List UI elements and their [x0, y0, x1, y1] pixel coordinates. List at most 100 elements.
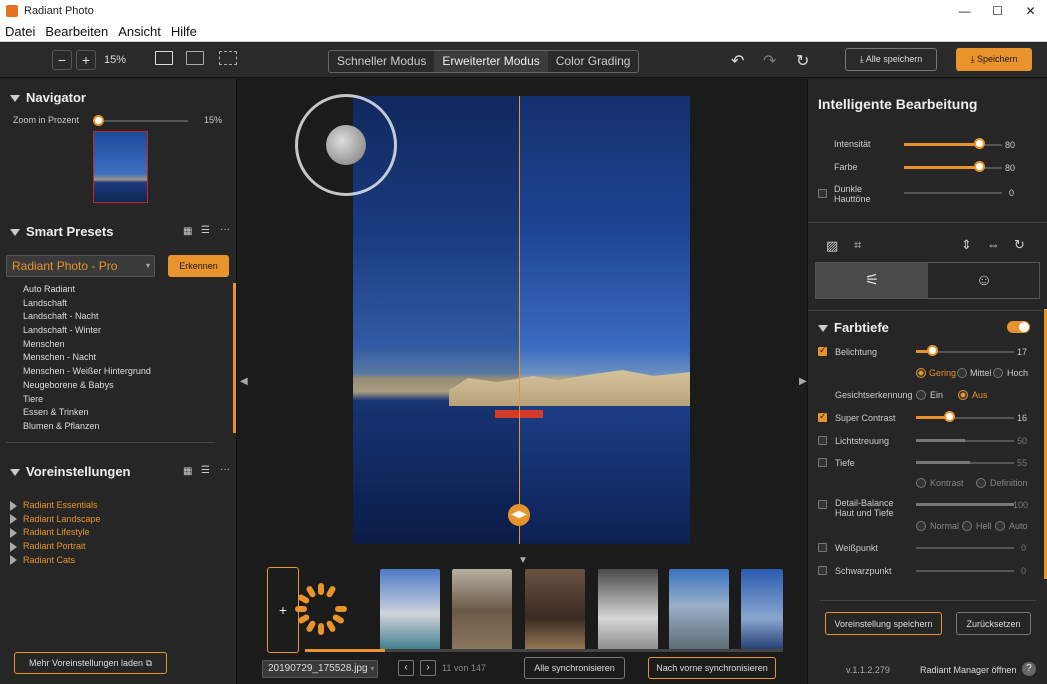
color-depth-header[interactable]: Farbtiefe	[818, 320, 889, 335]
list-item[interactable]: Radiant Essentials	[10, 499, 101, 513]
save-all-button[interactable]: ⤓ Alle speichern	[845, 48, 937, 71]
list-item[interactable]: Neugeborene & Babys	[23, 379, 151, 393]
filmstrip-scroll-thumb[interactable]	[305, 649, 385, 652]
split-line[interactable]	[519, 96, 520, 544]
split-view-icon[interactable]	[186, 51, 204, 65]
film-thumbnail[interactable]	[741, 569, 783, 651]
radio-face-on[interactable]	[916, 390, 926, 400]
split-handle-icon[interactable]: ◀▶	[508, 504, 530, 526]
film-thumbnail[interactable]	[380, 569, 440, 651]
next-image-button[interactable]: ›	[420, 660, 436, 676]
adjustments-tab-icon[interactable]: ⚟	[816, 263, 928, 298]
exposure-slider-knob[interactable]	[927, 345, 938, 356]
color-slider-knob[interactable]	[974, 161, 985, 172]
navigator-header[interactable]: Navigator	[10, 90, 86, 105]
super-contrast-checkbox[interactable]	[818, 411, 827, 422]
list-item[interactable]: Menschen	[23, 338, 151, 352]
zoom-slider-track[interactable]	[98, 120, 188, 122]
list-item[interactable]: Blumen & Pflanzen	[23, 420, 151, 434]
dark-skin-checkbox[interactable]	[818, 189, 827, 198]
presets-header[interactable]: Voreinstellungen	[10, 464, 131, 479]
list-item[interactable]: Tiere	[23, 393, 151, 407]
filmstrip-toggle-icon[interactable]: ▼	[518, 555, 528, 566]
minimize-button[interactable]: —	[948, 0, 981, 22]
file-name-select[interactable]: 20190729_175528.jpg ▾	[262, 660, 378, 678]
white-point-slider-track[interactable]	[916, 547, 1014, 549]
single-view-icon[interactable]	[155, 51, 173, 65]
save-preset-button[interactable]: Voreinstellung speichern	[825, 612, 942, 635]
load-more-presets-button[interactable]: Mehr Voreinstellungen laden ⧉	[14, 652, 167, 674]
smart-preset-select[interactable]: Radiant Photo - Pro ▾	[6, 255, 155, 277]
tab-quick-mode[interactable]: Schneller Modus	[329, 51, 434, 72]
open-manager-link[interactable]: Radiant Manager öffnen	[920, 665, 1016, 675]
intensity-slider-knob[interactable]	[974, 138, 985, 149]
reset-icon[interactable]: ↻	[796, 51, 809, 71]
save-button[interactable]: ⤓ Speichern	[956, 48, 1032, 71]
film-thumbnail[interactable]	[525, 569, 585, 651]
collapse-left-icon[interactable]: ◀	[240, 376, 248, 387]
film-thumbnail[interactable]	[669, 569, 729, 651]
list-item[interactable]: Radiant Portrait	[10, 540, 101, 554]
zoom-out-button[interactable]: −	[52, 50, 72, 70]
radio-contrast[interactable]	[916, 478, 926, 488]
maximize-button[interactable]: ☐	[981, 0, 1014, 22]
list-item[interactable]: Essen & Trinken	[23, 406, 151, 420]
more-icon[interactable]: ···	[220, 464, 230, 475]
list-item[interactable]: Landschaft - Nacht	[23, 310, 151, 324]
depth-checkbox[interactable]	[818, 458, 827, 467]
radio-mid[interactable]	[957, 368, 967, 378]
radio-normal[interactable]	[916, 521, 926, 531]
reset-button[interactable]: Zurücksetzen	[956, 612, 1031, 635]
redo-icon[interactable]: ↷	[763, 51, 776, 71]
sync-all-button[interactable]: Alle synchronisieren	[524, 657, 625, 679]
film-thumbnail[interactable]	[598, 569, 658, 651]
flip-vertical-icon[interactable]: ⇕	[961, 237, 972, 253]
flip-horizontal-icon[interactable]: ⇔	[987, 237, 1000, 252]
white-point-checkbox[interactable]	[818, 543, 827, 552]
dark-skin-slider-track[interactable]	[904, 192, 1002, 194]
sync-forward-button[interactable]: Nach vorne synchronisieren	[648, 657, 776, 679]
grid-view-icon[interactable]: ▦	[183, 226, 192, 237]
list-item[interactable]: Landschaft - Winter	[23, 324, 151, 338]
black-point-slider-track[interactable]	[916, 570, 1014, 572]
radio-high[interactable]	[993, 368, 1003, 378]
zoom-in-button[interactable]: +	[76, 50, 96, 70]
tab-advanced-mode[interactable]: Erweiterter Modus	[434, 51, 548, 72]
undo-icon[interactable]: ↶	[731, 51, 744, 71]
menu-ansicht[interactable]: Ansicht	[113, 24, 166, 39]
list-item[interactable]: Menschen - Weißer Hintergrund	[23, 365, 151, 379]
recognize-button[interactable]: Erkennen	[168, 255, 229, 277]
face-tab-icon[interactable]: ☺	[928, 263, 1040, 298]
zoom-slider-knob[interactable]	[93, 115, 104, 126]
menu-datei[interactable]: Datei	[0, 24, 40, 39]
list-item[interactable]: Landschaft	[23, 297, 151, 311]
film-thumbnail[interactable]	[452, 569, 512, 651]
grid-view-icon[interactable]: ▦	[183, 466, 192, 477]
prev-image-button[interactable]: ‹	[398, 660, 414, 676]
help-icon[interactable]: ?	[1022, 662, 1036, 676]
radio-bright[interactable]	[962, 521, 972, 531]
list-item[interactable]: Auto Radiant	[23, 283, 151, 297]
black-point-checkbox[interactable]	[818, 566, 827, 575]
tab-color-grading[interactable]: Color Grading	[548, 51, 639, 72]
list-item[interactable]: Radiant Lifestyle	[10, 526, 101, 540]
radio-face-off[interactable]	[958, 390, 968, 400]
super-contrast-slider-knob[interactable]	[944, 411, 955, 422]
smart-presets-header[interactable]: Smart Presets	[10, 224, 113, 239]
menu-bearbeiten[interactable]: Bearbeiten	[40, 24, 113, 39]
more-icon[interactable]: ···	[220, 224, 230, 235]
light-diffusion-checkbox[interactable]	[818, 436, 827, 445]
color-depth-toggle[interactable]	[1007, 321, 1030, 333]
preset-scrollbar[interactable]	[233, 283, 236, 433]
exposure-checkbox[interactable]	[818, 345, 827, 356]
compare-view-icon[interactable]	[219, 51, 237, 65]
list-view-icon[interactable]: ☰	[201, 225, 210, 236]
navigator-thumbnail[interactable]	[93, 131, 148, 203]
detail-balance-checkbox[interactable]	[818, 500, 827, 509]
preview-image[interactable]: ◀▶	[353, 96, 690, 544]
image-icon[interactable]: ▨	[826, 238, 838, 254]
rotate-icon[interactable]: ↻	[1014, 237, 1025, 253]
list-item[interactable]: Menschen - Nacht	[23, 351, 151, 365]
close-button[interactable]: ✕	[1014, 0, 1047, 22]
radio-definition[interactable]	[976, 478, 986, 488]
